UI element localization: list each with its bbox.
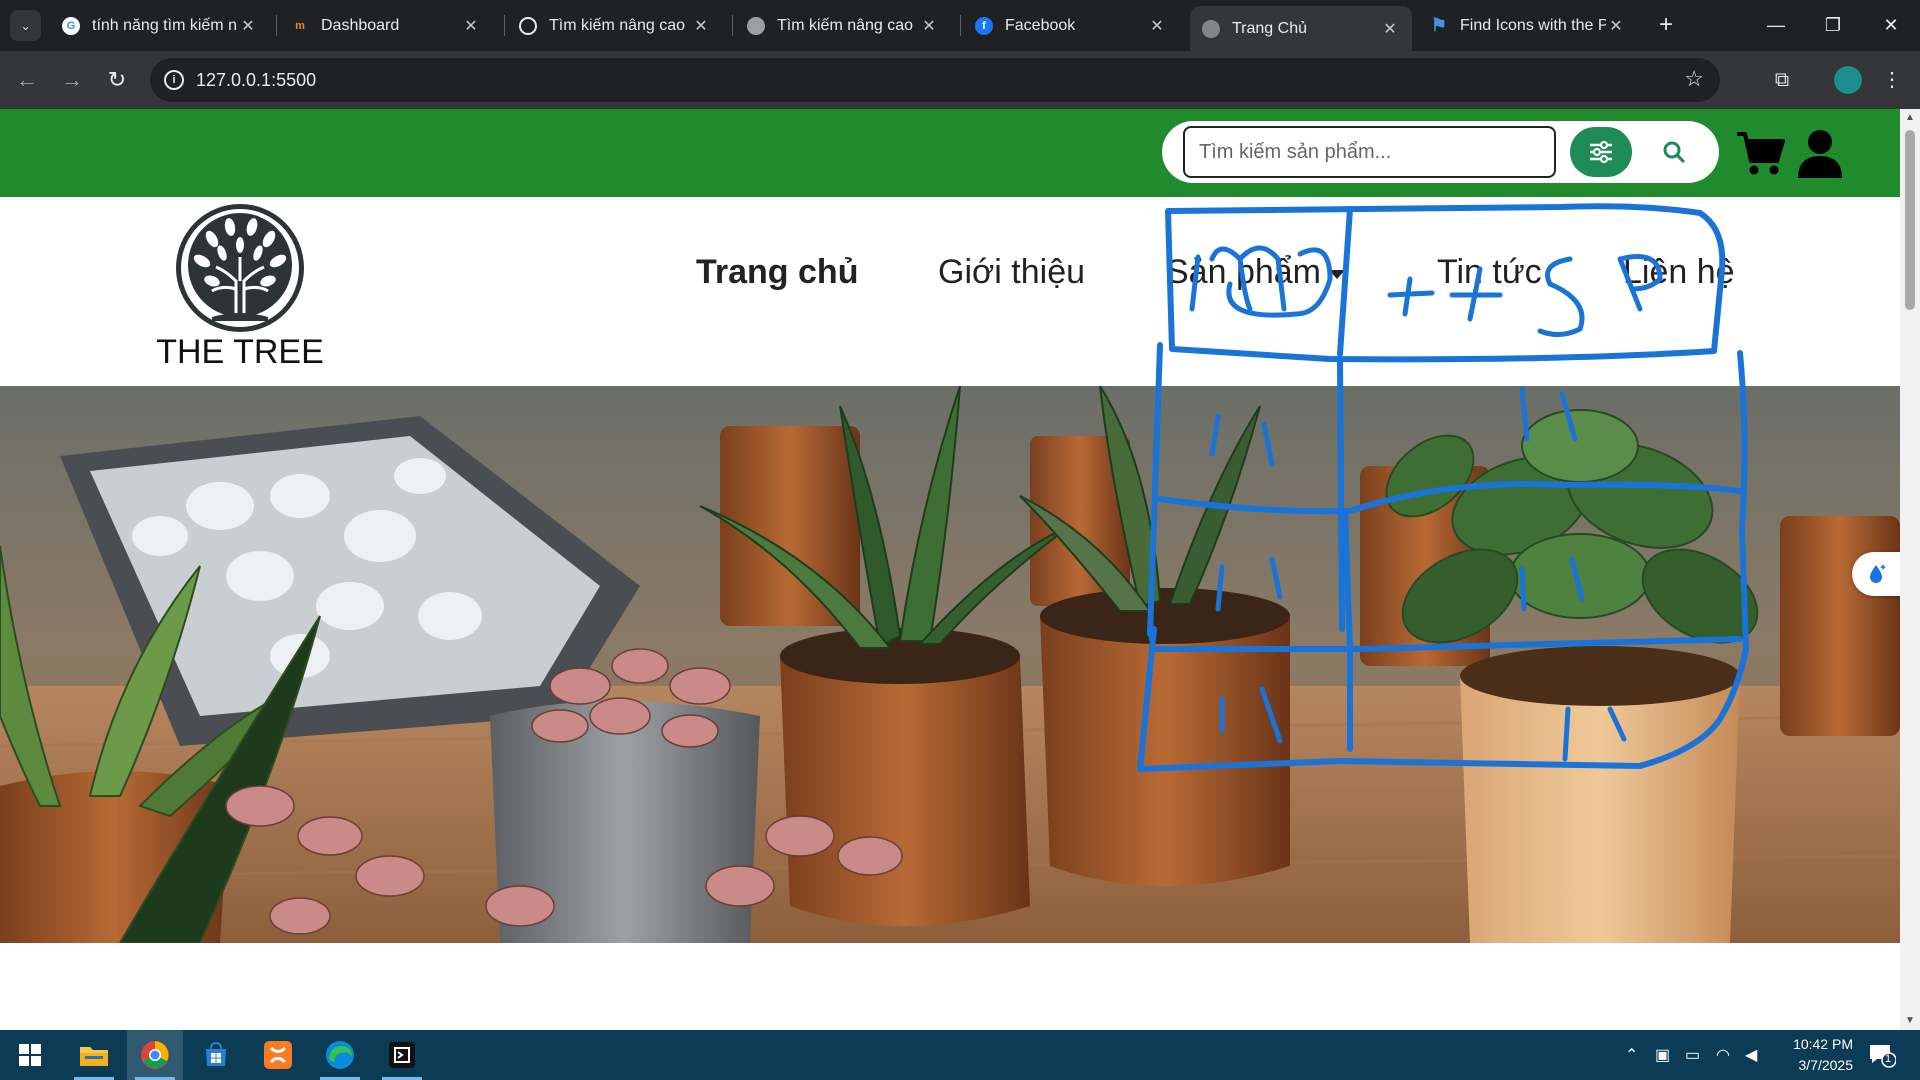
tab-separator (732, 15, 733, 36)
cart-icon[interactable] (1735, 129, 1785, 177)
browser-tab[interactable]: m Dashboard ✕ (279, 7, 493, 44)
filter-button[interactable] (1570, 127, 1632, 177)
dashboard-icon: m (295, 19, 305, 32)
window-close-icon[interactable]: ✕ (1871, 8, 1911, 42)
browser-tab[interactable]: G tính năng tìm kiếm n ✕ (50, 7, 270, 44)
browser-tab[interactable]: Tìm kiếm nâng cao ✕ (507, 7, 723, 44)
tab-close-icon[interactable]: ✕ (1380, 19, 1400, 39)
sparkle-drop-icon (1870, 564, 1886, 583)
tab-title: Tìm kiếm nâng cao (549, 16, 686, 34)
site-header: THE TREE Trang chủ Giới thiệu Sản phẩm T… (0, 197, 1900, 372)
tab-close-icon[interactable]: ✕ (461, 16, 481, 36)
browser-tab[interactable]: f Facebook ✕ (963, 7, 1179, 44)
forward-icon[interactable]: → (57, 65, 87, 95)
clock-date: 3/7/2025 (1798, 1057, 1854, 1073)
microsoft-store-icon[interactable] (188, 1030, 244, 1080)
edge-icon[interactable] (312, 1030, 368, 1080)
tab-title: Trang Chủ (1232, 19, 1307, 37)
new-tab-button[interactable]: + (1651, 10, 1681, 40)
tab-separator (276, 15, 277, 36)
hero-banner-image (0, 386, 1900, 943)
page-scrollbar[interactable]: ▲ ▼ (1900, 109, 1920, 1030)
page-viewport: THE TREE Trang chủ Giới thiệu Sản phẩm T… (0, 109, 1900, 1030)
notification-center-icon[interactable]: 1 (1868, 1042, 1897, 1068)
brand-name[interactable]: THE TREE (150, 333, 330, 372)
caret-down-icon (1329, 269, 1345, 279)
tab-separator (504, 15, 505, 36)
tab-separator (960, 15, 961, 36)
tab-close-icon[interactable]: ✕ (1606, 16, 1626, 36)
tab-search-button[interactable]: ⌄ (10, 10, 41, 41)
tab-close-icon[interactable]: ✕ (691, 16, 711, 36)
site-info-icon[interactable]: i (164, 70, 184, 90)
back-icon[interactable]: ← (12, 65, 42, 95)
tab-title: Facebook (1005, 16, 1076, 34)
tab-title: Tìm kiếm nâng cao (777, 16, 914, 34)
assistant-floating-button[interactable] (1852, 552, 1900, 596)
scroll-down-icon[interactable]: ▼ (1900, 1012, 1920, 1030)
search-button[interactable] (1644, 127, 1704, 177)
system-clock[interactable]: 10:42 PM 3/7/2025 (1775, 1034, 1853, 1076)
speaker-muted-icon[interactable]: ◀ (1745, 1045, 1757, 1065)
sliders-icon (1590, 141, 1612, 163)
user-icon[interactable] (1797, 128, 1843, 178)
browser-toolbar: ← → ↻ i 127.0.0.1:5500 ☆ ⧉ ⋮ (0, 51, 1920, 109)
chatgpt-icon (519, 16, 537, 35)
plants-photo (0, 386, 1900, 943)
tab-title: Find Icons with the P (1460, 16, 1606, 34)
tab-close-icon[interactable]: ✕ (1147, 16, 1167, 36)
restore-icon[interactable]: ❐ (1813, 8, 1853, 42)
scroll-thumb[interactable] (1905, 130, 1915, 310)
search-icon (1663, 141, 1685, 163)
notification-count: 1 (1885, 1053, 1892, 1065)
clock-time: 10:42 PM (1793, 1036, 1853, 1052)
windows-start-icon[interactable] (2, 1030, 58, 1080)
battery-icon[interactable]: ▭ (1685, 1045, 1700, 1065)
show-hidden-icons-icon[interactable]: ⌃ (1625, 1045, 1638, 1065)
file-explorer-icon[interactable] (66, 1030, 122, 1080)
reload-icon[interactable]: ↻ (102, 65, 132, 95)
tree-logo-icon[interactable] (172, 201, 308, 335)
tab-title: Dashboard (321, 16, 400, 34)
tab-close-icon[interactable]: ✕ (919, 16, 939, 36)
nav-item-home[interactable]: Trang chủ (696, 253, 858, 292)
meet-now-icon[interactable]: ▣ (1655, 1045, 1670, 1065)
nav-item-contact[interactable]: Liên hệ (1623, 253, 1735, 292)
nav-item-products[interactable]: Sản phẩm (1166, 253, 1345, 292)
wifi-icon[interactable]: ◠ (1716, 1045, 1730, 1065)
globe-icon (1202, 19, 1220, 38)
tab-title: tính năng tìm kiếm n (92, 16, 237, 34)
nav-item-label: Sản phẩm (1166, 253, 1321, 291)
nav-item-news[interactable]: Tin tức (1437, 253, 1542, 292)
profile-avatar[interactable] (1834, 66, 1862, 94)
terminal-icon[interactable] (374, 1030, 430, 1080)
search-input[interactable] (1183, 126, 1556, 178)
browser-menu-icon[interactable]: ⋮ (1877, 65, 1907, 95)
tab-close-icon[interactable]: ✕ (238, 16, 258, 36)
facebook-icon: f (975, 16, 993, 35)
url-text[interactable]: 127.0.0.1:5500 (196, 70, 316, 91)
browser-tab-active[interactable]: Trang Chủ ✕ (1190, 6, 1412, 51)
extensions-icon[interactable]: ⧉ (1767, 65, 1797, 95)
browser-tab-strip: ⌄ G tính năng tìm kiếm n ✕ m Dashboard ✕… (0, 0, 1920, 51)
nav-item-about[interactable]: Giới thiệu (938, 253, 1085, 292)
address-bar[interactable]: i 127.0.0.1:5500 ☆ (150, 58, 1720, 102)
browser-tab[interactable]: Tìm kiếm nâng cao ✕ (735, 7, 951, 44)
top-green-bar (0, 109, 1900, 197)
scroll-up-icon[interactable]: ▲ (1900, 109, 1920, 127)
chrome-icon[interactable] (127, 1030, 183, 1080)
windows-taskbar: ⌃ ▣ ▭ ◠ ◀ 10:42 PM 3/7/2025 1 (0, 1030, 1920, 1080)
minimize-icon[interactable]: — (1756, 8, 1796, 42)
search-container (1162, 121, 1719, 183)
xampp-icon[interactable] (250, 1030, 306, 1080)
google-icon: G (62, 16, 80, 35)
bookmark-star-icon[interactable]: ☆ (1684, 66, 1704, 92)
browser-tab[interactable]: ⚑ Find Icons with the P ✕ (1418, 7, 1638, 44)
globe-icon (747, 16, 765, 35)
flag-icon: ⚑ (1430, 15, 1448, 35)
